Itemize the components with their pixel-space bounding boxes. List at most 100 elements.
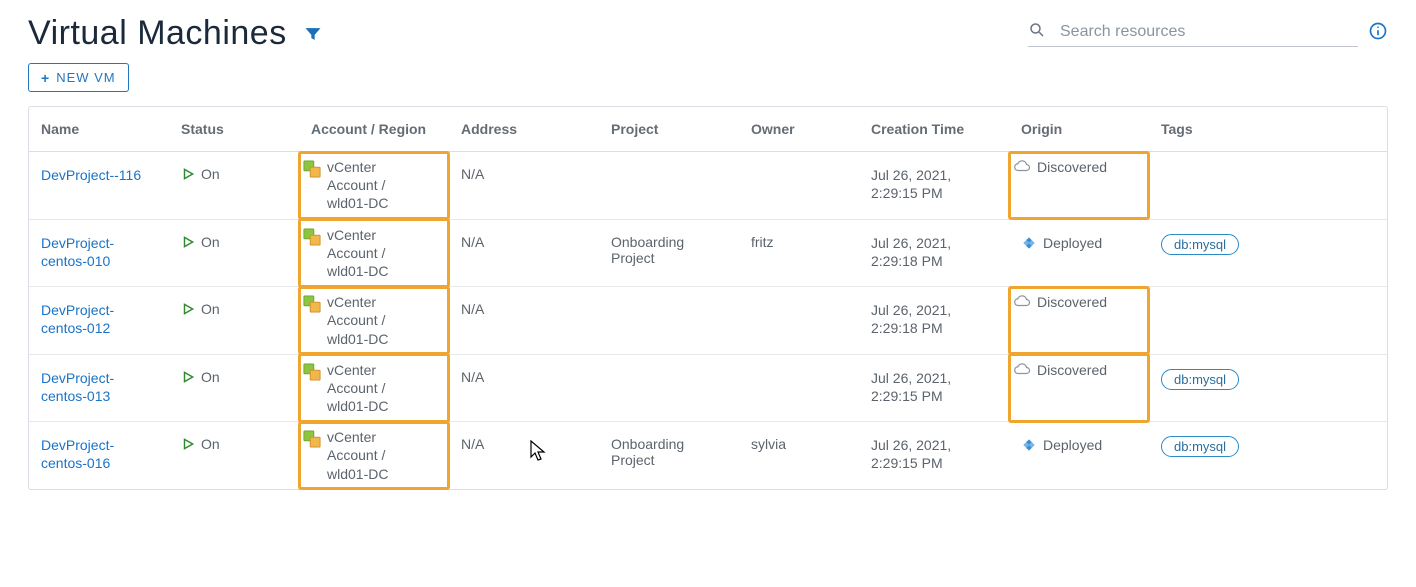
tags-cell: db:mysql bbox=[1149, 422, 1387, 489]
status-label: On bbox=[201, 301, 220, 317]
tag-pill[interactable]: db:mysql bbox=[1161, 234, 1239, 255]
status-cell: On bbox=[181, 234, 287, 252]
vcenter-icon bbox=[303, 228, 321, 250]
owner-cell: fritz bbox=[739, 219, 859, 287]
vm-table: Name Status Account / Region Address Pro… bbox=[28, 106, 1388, 490]
owner-cell bbox=[739, 287, 859, 355]
creation-time-cell: Jul 26, 2021, 2:29:15 PM bbox=[859, 422, 1009, 489]
vcenter-icon bbox=[303, 160, 321, 182]
vcenter-icon bbox=[303, 430, 321, 452]
running-icon bbox=[181, 167, 195, 184]
account-cell: vCenter Account / wld01-DC bbox=[303, 361, 413, 416]
address-cell: N/A bbox=[449, 219, 599, 287]
project-cell bbox=[599, 152, 739, 220]
account-text: vCenter Account / wld01-DC bbox=[327, 428, 413, 483]
creation-time-cell: Jul 26, 2021, 2:29:18 PM bbox=[859, 219, 1009, 287]
page-title: Virtual Machines bbox=[28, 14, 287, 53]
tags-cell bbox=[1149, 152, 1387, 220]
col-name[interactable]: Name bbox=[29, 107, 169, 152]
col-address[interactable]: Address bbox=[449, 107, 599, 152]
plus-icon: + bbox=[41, 71, 50, 85]
col-project[interactable]: Project bbox=[599, 107, 739, 152]
account-text: vCenter Account / wld01-DC bbox=[327, 361, 413, 416]
address-cell: N/A bbox=[449, 287, 599, 355]
cloud-icon bbox=[1013, 294, 1031, 312]
project-cell bbox=[599, 354, 739, 422]
cloud-icon bbox=[1013, 159, 1031, 177]
status-cell: On bbox=[181, 369, 287, 387]
table-row: DevProject-centos-010 On vCenter Account /… bbox=[29, 219, 1387, 287]
filter-icon[interactable] bbox=[303, 24, 323, 44]
vm-name-link[interactable]: DevProject-centos-016 bbox=[41, 436, 151, 472]
col-status[interactable]: Status bbox=[169, 107, 299, 152]
creation-time-cell: Jul 26, 2021, 2:29:15 PM bbox=[859, 354, 1009, 422]
info-icon[interactable] bbox=[1368, 21, 1388, 46]
owner-cell: sylvia bbox=[739, 422, 859, 489]
address-cell: N/A bbox=[449, 422, 599, 489]
address-cell: N/A bbox=[449, 354, 599, 422]
header-row: Virtual Machines bbox=[28, 14, 1388, 53]
origin-cell: Deployed bbox=[1021, 234, 1121, 255]
status-cell: On bbox=[181, 436, 287, 454]
vcenter-icon bbox=[303, 363, 321, 385]
tags-cell bbox=[1149, 287, 1387, 355]
vm-name-link[interactable]: DevProject-centos-012 bbox=[41, 301, 151, 337]
col-account[interactable]: Account / Region bbox=[299, 107, 449, 152]
search-input[interactable] bbox=[1058, 22, 1358, 42]
search-icon bbox=[1028, 21, 1046, 44]
account-cell: vCenter Account / wld01-DC bbox=[303, 428, 413, 483]
address-cell: N/A bbox=[449, 152, 599, 220]
tags-cell: db:mysql bbox=[1149, 219, 1387, 287]
col-tags[interactable]: Tags bbox=[1149, 107, 1387, 152]
tags-cell: db:mysql bbox=[1149, 354, 1387, 422]
vcenter-icon bbox=[303, 295, 321, 317]
running-icon bbox=[181, 235, 195, 252]
origin-cell: Discovered bbox=[1013, 158, 1113, 177]
account-cell: vCenter Account / wld01-DC bbox=[303, 226, 413, 281]
table-row: DevProject-centos-013 On vCenter Account /… bbox=[29, 354, 1387, 422]
status-label: On bbox=[201, 369, 220, 385]
vm-name-link[interactable]: DevProject--116 bbox=[41, 166, 151, 184]
project-cell: Onboarding Project bbox=[599, 219, 739, 287]
new-vm-button[interactable]: + NEW VM bbox=[28, 63, 129, 92]
cloud-icon bbox=[1013, 362, 1031, 380]
status-label: On bbox=[201, 166, 220, 182]
owner-cell bbox=[739, 354, 859, 422]
status-label: On bbox=[201, 234, 220, 250]
running-icon bbox=[181, 437, 195, 454]
table-row: DevProject--116 On vCenter Account / wld01… bbox=[29, 152, 1387, 220]
creation-time-cell: Jul 26, 2021, 2:29:15 PM bbox=[859, 152, 1009, 220]
origin-label: Deployed bbox=[1043, 234, 1102, 252]
status-label: On bbox=[201, 436, 220, 452]
tag-pill[interactable]: db:mysql bbox=[1161, 369, 1239, 390]
deployed-icon bbox=[1021, 437, 1037, 457]
origin-label: Deployed bbox=[1043, 436, 1102, 454]
origin-cell: Discovered bbox=[1013, 361, 1113, 380]
search-box[interactable] bbox=[1028, 21, 1358, 47]
new-vm-label: NEW VM bbox=[56, 70, 115, 85]
creation-time-cell: Jul 26, 2021, 2:29:18 PM bbox=[859, 287, 1009, 355]
running-icon bbox=[181, 370, 195, 387]
status-cell: On bbox=[181, 301, 287, 319]
vm-name-link[interactable]: DevProject-centos-010 bbox=[41, 234, 151, 270]
deployed-icon bbox=[1021, 235, 1037, 255]
project-cell bbox=[599, 287, 739, 355]
col-origin[interactable]: Origin bbox=[1009, 107, 1149, 152]
origin-label: Discovered bbox=[1037, 293, 1107, 311]
col-owner[interactable]: Owner bbox=[739, 107, 859, 152]
project-cell: Onboarding Project bbox=[599, 422, 739, 489]
status-cell: On bbox=[181, 166, 287, 184]
account-cell: vCenter Account / wld01-DC bbox=[303, 293, 413, 348]
account-text: vCenter Account / wld01-DC bbox=[327, 226, 413, 281]
owner-cell bbox=[739, 152, 859, 220]
origin-label: Discovered bbox=[1037, 158, 1107, 176]
account-cell: vCenter Account / wld01-DC bbox=[303, 158, 413, 213]
col-creation[interactable]: Creation Time bbox=[859, 107, 1009, 152]
origin-label: Discovered bbox=[1037, 361, 1107, 379]
vm-name-link[interactable]: DevProject-centos-013 bbox=[41, 369, 151, 405]
table-row: DevProject-centos-012 On vCenter Account /… bbox=[29, 287, 1387, 355]
table-row: DevProject-centos-016 On vCenter Account /… bbox=[29, 422, 1387, 489]
tag-pill[interactable]: db:mysql bbox=[1161, 436, 1239, 457]
account-text: vCenter Account / wld01-DC bbox=[327, 158, 413, 213]
running-icon bbox=[181, 302, 195, 319]
